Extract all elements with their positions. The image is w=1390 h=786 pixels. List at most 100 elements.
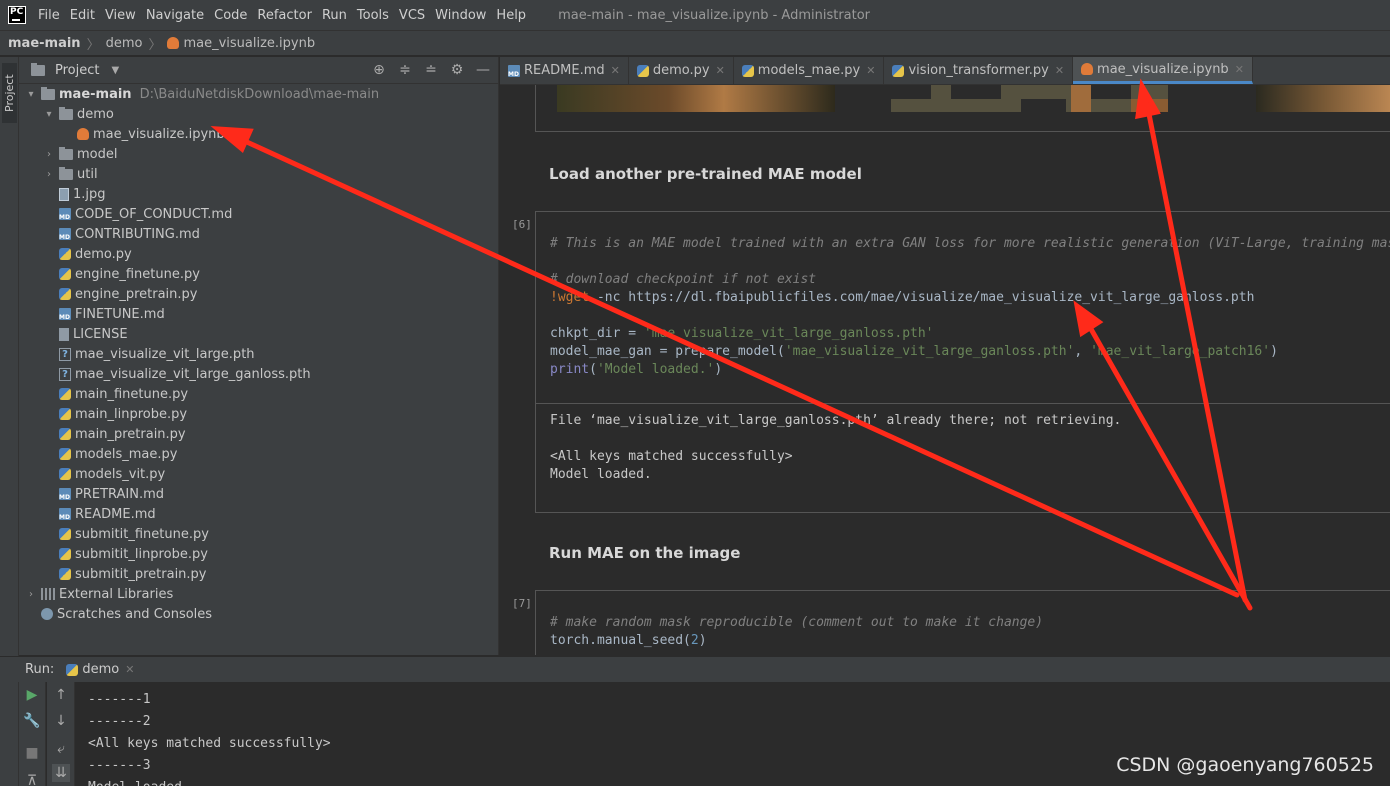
jpg-file-icon [59, 187, 69, 201]
run-tab-demo[interactable]: demo ✕ [66, 662, 134, 677]
close-icon[interactable]: ✕ [1055, 64, 1064, 77]
menu-run[interactable]: Run [322, 8, 347, 23]
editor-tab[interactable]: README.md ✕ [500, 57, 629, 84]
tree-item[interactable]: › External Libraries [19, 584, 498, 604]
breadcrumb-file[interactable]: mae_visualize.ipynb [183, 36, 315, 51]
arrow-up-icon[interactable]: ↑ [52, 686, 70, 704]
chevron-right-icon[interactable]: › [43, 169, 55, 180]
left-tool-strip: Project [0, 57, 19, 657]
python-file-icon [892, 64, 905, 77]
tree-item[interactable]: ? mae_visualize_vit_large.pth [19, 344, 498, 364]
wget-args: -nc https://dl.fbaipublicfiles.com/mae/v… [589, 290, 1255, 305]
python-file-icon [59, 448, 71, 460]
close-icon[interactable]: ✕ [125, 663, 134, 676]
window-title: mae-main - mae_visualize.ipynb - Adminis… [558, 7, 871, 23]
project-panel-header: Project ▼ ⊕ ≑ ≐ ⚙ — [19, 57, 498, 84]
tree-item[interactable]: models_mae.py [19, 444, 498, 464]
chevron-down-icon[interactable]: ▼ [111, 65, 119, 76]
pin-icon[interactable]: ⊼ [23, 772, 41, 786]
tree-item[interactable]: main_finetune.py [19, 384, 498, 404]
locate-file-icon[interactable]: ⊕ [370, 61, 388, 79]
tree-item-label: 1.jpg [73, 186, 106, 202]
code-string: 'mae_visualize_vit_large_ganloss.pth' [784, 344, 1075, 359]
cell-output-line: <All keys matched successfully> [550, 449, 793, 464]
editor-tab[interactable]: demo.py ✕ [629, 57, 734, 84]
editor-tab[interactable]: mae_visualize.ipynb ✕ [1073, 57, 1253, 84]
project-panel-title[interactable]: Project [55, 63, 99, 78]
tree-item[interactable]: Scratches and Consoles [19, 604, 498, 624]
editor-tab[interactable]: vision_transformer.py ✕ [884, 57, 1074, 84]
editor-tab[interactable]: models_mae.py ✕ [734, 57, 885, 84]
tree-item[interactable]: submitit_linprobe.py [19, 544, 498, 564]
run-console-toolbar: ↑ ↓ ⤶ ⇊ [47, 682, 75, 786]
markdown-heading: Load another pre-trained MAE model [549, 165, 862, 183]
tree-item[interactable]: LICENSE [19, 324, 498, 344]
python-file-icon [741, 64, 754, 77]
tree-item[interactable]: 1.jpg [19, 184, 498, 204]
gear-icon[interactable]: ⚙ [448, 61, 466, 79]
tree-item-label: demo [77, 106, 114, 122]
menu-refactor[interactable]: Refactor [257, 8, 312, 23]
close-icon[interactable]: ✕ [1235, 63, 1244, 76]
project-tool-window-tab[interactable]: Project [2, 63, 17, 123]
tree-item[interactable]: › util [19, 164, 498, 184]
wrench-icon[interactable]: 🔧 [23, 712, 41, 730]
tree-item[interactable]: FINETUNE.md [19, 304, 498, 324]
notebook-editor: Load another pre-trained MAE model [6] #… [500, 85, 1390, 655]
tree-item[interactable]: demo.py [19, 244, 498, 264]
tree-item[interactable]: models_vit.py [19, 464, 498, 484]
tree-item[interactable]: ▾ demo [19, 104, 498, 124]
menu-tools[interactable]: Tools [357, 8, 389, 23]
execution-count: [7] [512, 597, 532, 610]
tree-item[interactable]: submitit_pretrain.py [19, 564, 498, 584]
tree-item[interactable]: › model [19, 144, 498, 164]
tree-item[interactable]: submitit_finetune.py [19, 524, 498, 544]
expand-all-icon[interactable]: ≑ [396, 61, 414, 79]
rerun-icon[interactable]: ▶ [23, 686, 41, 704]
tree-item[interactable]: CODE_OF_CONDUCT.md [19, 204, 498, 224]
tree-item-label: CODE_OF_CONDUCT.md [75, 206, 233, 222]
tree-item[interactable]: CONTRIBUTING.md [19, 224, 498, 244]
scroll-to-end-icon[interactable]: ⇊ [52, 764, 70, 782]
tree-item[interactable]: main_linprobe.py [19, 404, 498, 424]
md-file-icon [59, 228, 71, 241]
soft-wrap-icon[interactable]: ⤶ [52, 740, 70, 758]
tree-item[interactable]: engine_pretrain.py [19, 284, 498, 304]
tree-item[interactable]: mae_visualize.ipynb [19, 124, 498, 144]
arrow-down-icon[interactable]: ↓ [52, 712, 70, 730]
close-icon[interactable]: ✕ [866, 64, 875, 77]
menu-navigate[interactable]: Navigate [146, 8, 204, 23]
python-file-icon [59, 288, 71, 300]
tree-item[interactable]: README.md [19, 504, 498, 524]
close-icon[interactable]: ✕ [716, 64, 725, 77]
tree-item[interactable]: main_pretrain.py [19, 424, 498, 444]
code-text: ( [589, 362, 597, 377]
stop-icon[interactable]: ■ [23, 744, 41, 762]
project-tree: ▾ mae-main D:\BaiduNetdiskDownload\mae-mai… [19, 84, 498, 624]
chevron-down-icon[interactable]: ▾ [43, 109, 55, 120]
hide-panel-icon[interactable]: — [474, 61, 492, 79]
menu-edit[interactable]: Edit [70, 8, 95, 23]
menu-window[interactable]: Window [435, 8, 486, 23]
python-file-icon [636, 64, 649, 77]
chevron-right-icon[interactable]: › [25, 589, 37, 600]
menu-vcs[interactable]: VCS [399, 8, 425, 23]
chevron-down-icon[interactable]: ▾ [25, 89, 37, 100]
tree-item-label: Scratches and Consoles [57, 606, 213, 622]
tree-item[interactable]: ▾ mae-main D:\BaiduNetdiskDownload\mae-mai… [19, 84, 498, 104]
project-path: D:\BaiduNetdiskDownload\mae-main [139, 86, 380, 102]
close-icon[interactable]: ✕ [611, 64, 620, 77]
menu-help[interactable]: Help [496, 8, 526, 23]
tree-item[interactable]: PRETRAIN.md [19, 484, 498, 504]
python-file-icon [59, 528, 71, 540]
breadcrumb-project[interactable]: mae-main [8, 36, 81, 51]
chevron-right-icon[interactable]: › [43, 149, 55, 160]
tree-item[interactable]: ? mae_visualize_vit_large_ganloss.pth [19, 364, 498, 384]
menu-file[interactable]: File [38, 8, 60, 23]
menu-view[interactable]: View [105, 8, 136, 23]
md-file-icon [59, 508, 71, 521]
tree-item[interactable]: engine_finetune.py [19, 264, 498, 284]
menu-code[interactable]: Code [214, 8, 247, 23]
collapse-all-icon[interactable]: ≐ [422, 61, 440, 79]
breadcrumb-folder[interactable]: demo [106, 36, 143, 51]
